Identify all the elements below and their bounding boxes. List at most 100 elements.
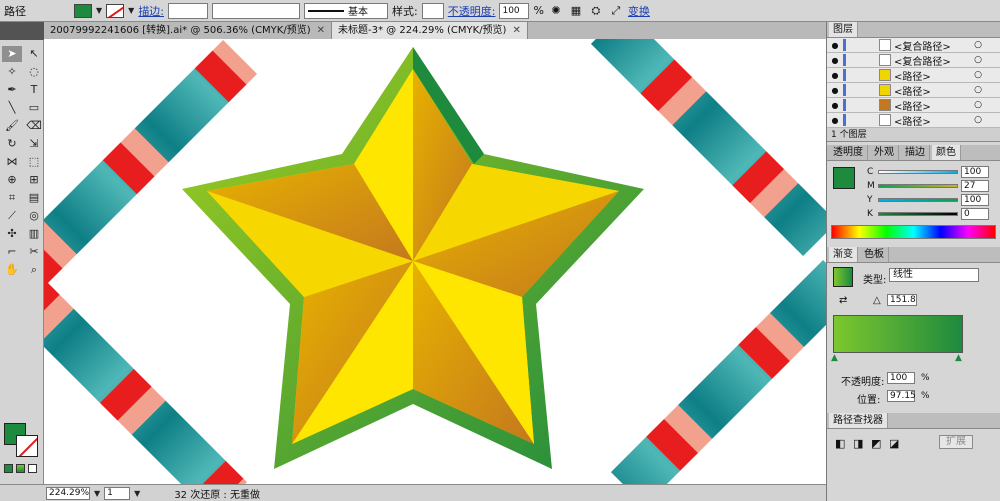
eye-icon[interactable]: ● [830, 71, 840, 80]
eye-icon[interactable]: ● [830, 41, 840, 50]
selection-tool-icon[interactable]: ➤ [2, 46, 22, 62]
eyedropper-icon[interactable]: ⟋ [2, 208, 22, 224]
unite-icon[interactable]: ◧ [835, 437, 845, 450]
tab-layers[interactable]: 图层 [829, 22, 858, 37]
angle-field[interactable]: 151.8 [887, 294, 917, 306]
gradient-type-select[interactable]: 线性 [889, 268, 979, 282]
opacity-field[interactable]: 100 [499, 2, 530, 19]
stroke-weight-field[interactable] [168, 2, 209, 19]
fill-swatch[interactable] [74, 3, 92, 18]
stroke-swatch[interactable] [106, 3, 125, 18]
color-spectrum-bar[interactable] [831, 225, 996, 239]
intersect-icon[interactable]: ◩ [871, 437, 881, 450]
layer-row[interactable]: ● <路径> ○ [827, 68, 1000, 83]
expand-icon[interactable]: ⤢ [608, 3, 624, 19]
artboard-tool-icon[interactable]: ⌐ [2, 244, 22, 260]
zoom-tool-icon[interactable]: ⌕ [24, 262, 44, 278]
width-tool-icon[interactable]: ⋈ [2, 154, 22, 170]
target-icon[interactable]: ○ [974, 40, 982, 50]
brush-select[interactable]: 基本 [304, 2, 389, 19]
close-icon[interactable]: ✕ [317, 22, 325, 39]
page-field[interactable]: 1 [104, 486, 131, 500]
zoom-field[interactable]: 224.29% [46, 486, 90, 500]
lasso-icon[interactable]: ◌ [24, 64, 44, 80]
eye-icon[interactable]: ● [830, 116, 840, 125]
gradient-mode-button[interactable] [16, 464, 25, 473]
fill-color-box[interactable] [833, 167, 855, 189]
free-transform-icon[interactable]: ⬚ [24, 154, 44, 170]
tab-color[interactable]: 颜色 [932, 145, 961, 160]
paintbrush-icon[interactable]: 🖌 [2, 118, 22, 134]
none-mode-button[interactable] [28, 464, 37, 473]
gradient-stop-right[interactable]: ▲ [955, 353, 962, 363]
slice-tool-icon[interactable]: ✂ [24, 244, 44, 260]
stroke-link[interactable]: 描边: [138, 3, 164, 19]
gradient-thumbnail[interactable] [833, 267, 853, 287]
color-mode-button[interactable] [4, 464, 13, 473]
transform-link[interactable]: 变换 [628, 3, 650, 19]
line-tool-icon[interactable]: ╲ [2, 100, 22, 116]
gradient-slider-preview[interactable] [833, 315, 963, 353]
layer-row[interactable]: ● <路径> ○ [827, 113, 1000, 128]
target-icon[interactable]: ○ [974, 115, 982, 125]
opacity-link[interactable]: 不透明度: [448, 3, 496, 19]
stop-position-field[interactable]: 97.15 [887, 390, 916, 402]
target-icon[interactable]: ○ [974, 70, 982, 80]
graph-tool-icon[interactable]: ▥ [24, 226, 44, 242]
doc-tab-2[interactable]: 未标题-3* @ 224.29% (CMYK/预览) ✕ [332, 22, 528, 39]
chevron-down-icon[interactable]: ▼ [94, 489, 100, 498]
rotate-tool-icon[interactable]: ↻ [2, 136, 22, 152]
reverse-gradient-icon[interactable]: ⇄ [839, 295, 847, 306]
chevron-down-icon[interactable]: ▼ [134, 489, 140, 498]
shape-builder-icon[interactable]: ⊕ [2, 172, 22, 188]
layer-row[interactable]: ● <复合路径> ○ [827, 38, 1000, 53]
variable-width-field[interactable] [212, 2, 301, 19]
eye-icon[interactable]: ● [830, 101, 840, 110]
eye-icon[interactable]: ● [830, 56, 840, 65]
tab-transparency[interactable]: 透明度 [829, 145, 868, 160]
gradient-stop-left[interactable]: ▲ [831, 353, 838, 363]
pen-tool-icon[interactable]: ✒ [2, 82, 22, 98]
gradient-tool-icon[interactable]: ▤ [24, 190, 44, 206]
tab-pathfinder[interactable]: 路径查找器 [829, 413, 888, 428]
recolor-icon[interactable]: ✺ [548, 3, 564, 19]
style-picker[interactable] [421, 2, 444, 19]
align-icon[interactable]: ▦ [568, 3, 584, 19]
perspective-grid-icon[interactable]: ⊞ [24, 172, 44, 188]
tab-stroke[interactable]: 描边 [901, 145, 930, 160]
magic-wand-icon[interactable]: ✧ [2, 64, 22, 80]
target-icon[interactable]: ○ [974, 100, 982, 110]
symbol-sprayer-icon[interactable]: ✣ [2, 226, 22, 242]
hand-tool-icon[interactable]: ✋ [2, 262, 22, 278]
exclude-icon[interactable]: ◪ [889, 437, 899, 450]
chevron-down-icon[interactable]: ▼ [128, 6, 134, 15]
fill-stroke-widget[interactable] [4, 423, 42, 461]
artboard-canvas[interactable] [44, 39, 826, 484]
scale-tool-icon[interactable]: ⇲ [24, 136, 44, 152]
target-icon[interactable]: ○ [974, 55, 982, 65]
layer-row[interactable]: ● <路径> ○ [827, 98, 1000, 113]
close-icon[interactable]: ✕ [512, 22, 520, 39]
direct-selection-tool-icon[interactable]: ↖ [24, 46, 44, 62]
target-icon[interactable]: ○ [974, 85, 982, 95]
stroke-box[interactable] [16, 435, 38, 457]
eraser-icon[interactable]: ⌫ [24, 118, 44, 134]
chevron-down-icon[interactable]: ▼ [96, 6, 102, 15]
rectangle-tool-icon[interactable]: ▭ [24, 100, 44, 116]
blend-tool-icon[interactable]: ◎ [24, 208, 44, 224]
expand-button[interactable]: 扩展 [939, 435, 973, 449]
tab-swatches[interactable]: 色板 [860, 247, 889, 262]
tab-gradient[interactable]: 渐变 [829, 247, 858, 262]
star-artwork[interactable] [182, 47, 644, 469]
mesh-tool-icon[interactable]: ⌗ [2, 190, 22, 206]
tab-appearance[interactable]: 外观 [870, 145, 899, 160]
color-panel: C 100 M 27 Y 100 K0 [827, 161, 1000, 225]
type-tool-icon[interactable]: T [24, 82, 44, 98]
doc-tab-1[interactable]: 20079992241606 [转换].ai* @ 506.36% (CMYK/… [44, 22, 333, 39]
isolate-icon[interactable]: ⛭ [588, 3, 604, 19]
minus-front-icon[interactable]: ◨ [853, 437, 863, 450]
layer-row[interactable]: ● <复合路径> ○ [827, 53, 1000, 68]
layer-row[interactable]: ● <路径> ○ [827, 83, 1000, 98]
stop-opacity-field[interactable]: 100 [887, 372, 915, 384]
eye-icon[interactable]: ● [830, 86, 840, 95]
